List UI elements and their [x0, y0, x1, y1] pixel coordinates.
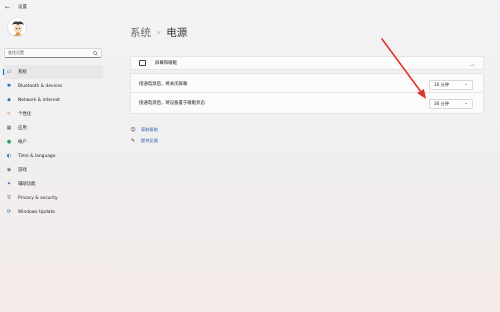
chevron-up-icon[interactable]: ︿ [470, 61, 475, 68]
sidebar-item-label: 帐户 [18, 140, 27, 145]
help-links: ☺ 获取帮助 ✎ 提供反馈 [130, 124, 158, 146]
chevron-right-icon: › [157, 28, 161, 37]
sidebar-item-system[interactable]: ▭ 系统 [3, 65, 103, 79]
sidebar-item-label: 辅助功能 [18, 182, 36, 187]
feedback-icon: ✎ [130, 137, 136, 144]
back-arrow-icon[interactable]: ← [5, 4, 10, 11]
title-bar: ← 设置 [0, 0, 500, 14]
sidebar-item-bluetooth[interactable]: ✱ Bluetooth & devices [3, 79, 103, 93]
breadcrumb-parent[interactable]: 系统 [130, 25, 151, 40]
setting-label: 接通电源后，将设备置于睡眠状态 [139, 101, 205, 106]
sidebar-item-label: 游戏 [18, 168, 27, 173]
chevron-down-icon: ⌄ [464, 82, 468, 87]
sidebar-item-accessibility[interactable]: ✦ 辅助功能 [3, 177, 103, 191]
sidebar-item-privacy[interactable]: ⛨ Privacy & security [3, 191, 103, 205]
wifi-icon: ◆ [7, 97, 11, 103]
avatar[interactable] [7, 17, 27, 37]
update-icon: ⟳ [6, 209, 12, 215]
link-label: 提供反馈 [141, 137, 158, 143]
chevron-down-icon: ⌄ [464, 101, 468, 106]
screen-off-dropdown[interactable]: 10 分钟 ⌄ [429, 80, 473, 90]
page-title: 电源 [166, 27, 188, 39]
sidebar-item-label: 系统 [18, 70, 27, 75]
setting-row-sleep: 接通电源后，将设备置于睡眠状态 30 分钟 ⌄ [130, 92, 484, 114]
sidebar-item-network[interactable]: ◆ Network & internet [3, 93, 103, 107]
screen-icon [139, 60, 146, 66]
sidebar-item-time-language[interactable]: ◐ Time & language [3, 149, 103, 163]
globe-clock-icon: ◐ [6, 153, 12, 159]
sidebar-item-label: Network & internet [18, 97, 60, 103]
link-label: 获取帮助 [141, 126, 158, 132]
sidebar-nav: ▭ 系统 ✱ Bluetooth & devices ◆ Network & i… [3, 65, 103, 219]
search-placeholder: 查找设置 [8, 50, 24, 55]
monitor-icon: ▭ [6, 69, 12, 75]
section-label: 屏幕和睡眠 [155, 61, 177, 66]
dropdown-value: 10 分钟 [434, 82, 450, 87]
sidebar-item-label: Privacy & security [18, 195, 58, 201]
section-header-screen-sleep[interactable]: 屏幕和睡眠 ︿ [130, 56, 484, 70]
gamepad-icon: ◉ [6, 167, 12, 173]
setting-label: 接通电源后，将关闭屏幕 [139, 82, 188, 87]
bluetooth-icon: ✱ [6, 83, 12, 89]
sidebar-item-apps[interactable]: ▦ 应用 [3, 121, 103, 135]
sleep-dropdown[interactable]: 30 分钟 ⌄ [429, 99, 473, 109]
sidebar-item-label: Bluetooth & devices [18, 83, 63, 89]
brush-icon: ✎ [6, 111, 12, 117]
window-title: 设置 [18, 5, 28, 10]
feedback-link[interactable]: ✎ 提供反馈 [130, 135, 158, 146]
sidebar-item-windows-update[interactable]: ⟳ Windows Update [3, 205, 103, 219]
shield-icon: ⛨ [7, 195, 11, 201]
sidebar-item-accounts[interactable]: ● 帐户 [3, 135, 103, 149]
get-help-link[interactable]: ☺ 获取帮助 [130, 124, 158, 135]
apps-icon: ▦ [6, 125, 12, 131]
sidebar-item-label: 应用 [18, 126, 27, 131]
sidebar-item-personalization[interactable]: ✎ 个性化 [3, 107, 103, 121]
search-icon [93, 50, 98, 56]
person-icon: ● [6, 139, 12, 145]
sidebar-item-label: Time & language [18, 153, 56, 159]
accessibility-icon: ✦ [6, 181, 12, 187]
sidebar-item-gaming[interactable]: ◉ 游戏 [3, 163, 103, 177]
search-input[interactable]: 查找设置 [4, 48, 102, 58]
dropdown-value: 30 分钟 [434, 101, 450, 106]
sidebar-item-label: 个性化 [18, 112, 32, 117]
sidebar-item-label: Windows Update [18, 209, 55, 215]
breadcrumb: 系统 › 电源 [130, 25, 187, 40]
help-icon: ☺ [130, 126, 136, 133]
